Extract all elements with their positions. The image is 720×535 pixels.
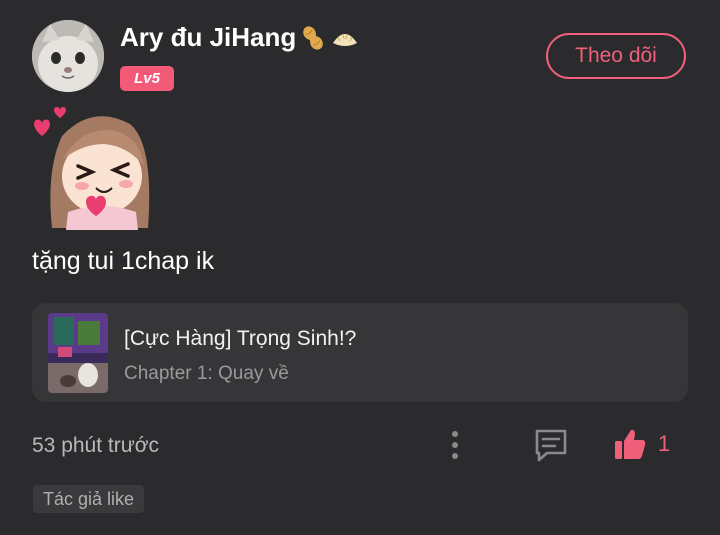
chapter-thumbnail — [48, 313, 108, 393]
username-text: Ary đu JiHang — [120, 22, 297, 52]
chapter-title: [Cực Hàng] Trọng Sinh!? — [124, 327, 357, 350]
like-count: 1 — [658, 431, 671, 456]
avatar[interactable] — [32, 20, 104, 92]
cat-avatar-image — [32, 20, 104, 92]
sticker-image — [34, 107, 150, 230]
peanut-icon — [303, 25, 324, 50]
comment-text: tặng tui 1chap ik — [32, 247, 215, 275]
comment-reply-icon[interactable] — [533, 427, 569, 463]
author-liked-badge: Tác giả like — [33, 485, 145, 513]
follow-button[interactable]: Theo dõi — [546, 33, 686, 79]
dumpling-icon — [333, 33, 358, 46]
timestamp: 53 phút trước — [32, 434, 160, 457]
chapter-subtitle: Chapter 1: Quay về — [124, 363, 289, 384]
like-button[interactable]: 1 — [612, 424, 670, 464]
more-options-icon[interactable] — [443, 428, 467, 462]
chapter-card[interactable]: [Cực Hàng] Trọng Sinh!? Chapter 1: Quay … — [32, 303, 688, 402]
thumbs-up-icon — [615, 429, 646, 459]
level-badge: Lv5 — [120, 66, 174, 91]
username[interactable]: Ary đu JiHang — [120, 22, 360, 53]
